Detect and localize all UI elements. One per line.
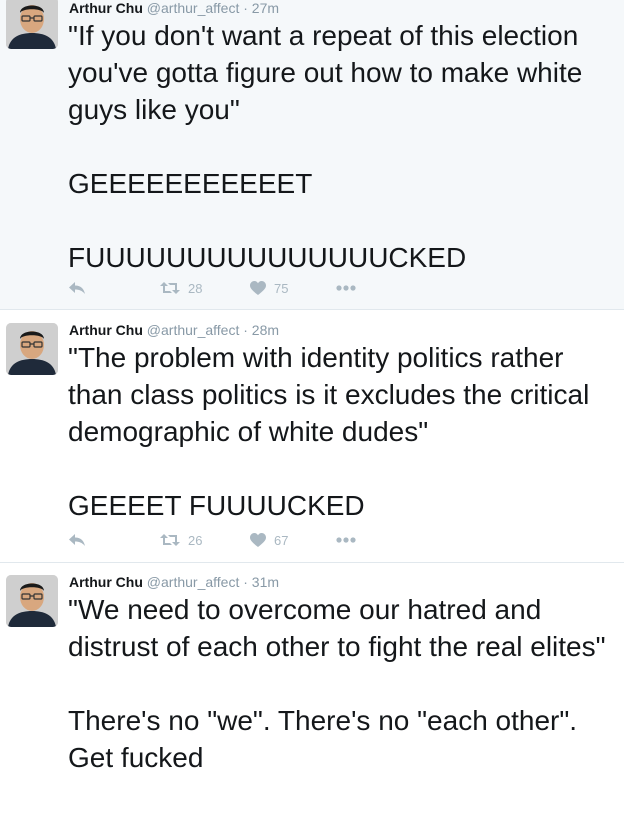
more-button[interactable]	[336, 530, 356, 550]
like-count: 67	[274, 532, 289, 548]
more-icon	[336, 285, 356, 291]
retweet-button[interactable]: 26	[160, 530, 202, 550]
tweet-text: "The problem with identity politics rath…	[68, 342, 590, 521]
user-handle[interactable]: @arthur_affect	[147, 322, 240, 338]
tweet-feed: Arthur Chu @arthur_affect · 27m "If you …	[0, 0, 624, 817]
more-button[interactable]	[336, 278, 356, 298]
tweet-3[interactable]: Arthur Chu @arthur_affect · 31m "We need…	[0, 563, 624, 817]
display-name[interactable]: Arthur Chu	[69, 322, 143, 338]
heart-icon	[250, 532, 266, 547]
avatar[interactable]	[6, 575, 58, 627]
reply-icon	[69, 534, 85, 546]
retweet-count: 28	[188, 280, 203, 296]
user-handle[interactable]: @arthur_affect	[147, 0, 240, 16]
separator: ·	[243, 322, 248, 338]
tweet-header: Arthur Chu @arthur_affect · 31m	[69, 574, 279, 590]
display-name[interactable]: Arthur Chu	[69, 574, 143, 590]
timestamp[interactable]: 31m	[252, 574, 279, 590]
tweet-text: "If you don't want a repeat of this elec…	[68, 20, 583, 273]
more-icon	[336, 537, 356, 543]
separator: ·	[243, 574, 248, 590]
like-button[interactable]: 75	[250, 278, 288, 298]
reply-button[interactable]	[68, 530, 86, 550]
reply-icon	[69, 282, 85, 294]
like-count: 75	[274, 280, 289, 296]
tweet-header: Arthur Chu @arthur_affect · 27m	[69, 0, 279, 16]
timestamp[interactable]: 28m	[252, 322, 279, 338]
tweet-header: Arthur Chu @arthur_affect · 28m	[69, 322, 279, 338]
tweet-text: "We need to overcome our hatred and dist…	[68, 594, 606, 773]
tweet-1[interactable]: Arthur Chu @arthur_affect · 27m "If you …	[0, 0, 624, 310]
retweet-icon	[160, 534, 180, 546]
tweet-2[interactable]: Arthur Chu @arthur_affect · 28m "The pro…	[0, 310, 624, 563]
display-name[interactable]: Arthur Chu	[69, 0, 143, 16]
like-button[interactable]: 67	[250, 530, 288, 550]
heart-icon	[250, 280, 266, 295]
avatar[interactable]	[6, 323, 58, 375]
retweet-count: 26	[188, 532, 203, 548]
timestamp[interactable]: 27m	[252, 0, 279, 16]
avatar[interactable]	[6, 0, 58, 49]
separator: ·	[243, 0, 248, 16]
retweet-button[interactable]: 28	[160, 278, 202, 298]
reply-button[interactable]	[68, 278, 86, 298]
user-handle[interactable]: @arthur_affect	[147, 574, 240, 590]
retweet-icon	[160, 282, 180, 294]
